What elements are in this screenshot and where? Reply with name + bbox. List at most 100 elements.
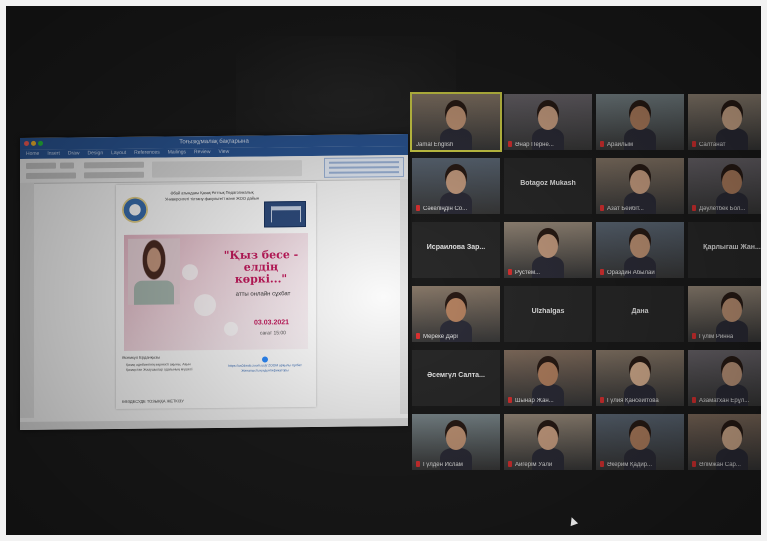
participant-tile[interactable]: Botagoz Mukash <box>504 158 592 214</box>
participant-name-label: Гүлім Ринна <box>699 334 734 340</box>
participant-name-label: Рустем... <box>515 270 541 276</box>
tab-references[interactable]: References <box>134 149 160 158</box>
participant-name-label: Гүлия Қансейітова <box>607 398 659 404</box>
participant-display-name: Ulzhalgas <box>531 308 565 315</box>
participant-tile[interactable]: Дәулетбек Бол... <box>688 158 761 214</box>
muted-mic-icon <box>692 205 696 211</box>
monitor-screen: Тоғызқұмалақ бақтарына Home Insert Draw … <box>6 6 761 535</box>
participant-tile[interactable]: Айгерім Уали <box>504 414 592 470</box>
notification-popup[interactable] <box>324 157 404 178</box>
participant-tile[interactable]: Әсемгүл Салта... <box>412 350 500 406</box>
participant-name-label: Әлімжан Сар... <box>699 462 741 468</box>
muted-mic-icon <box>416 205 420 211</box>
shared-screen-word-window[interactable]: Тоғызқұмалақ бақтарына Home Insert Draw … <box>20 133 408 431</box>
participant-tile[interactable]: Ораздин Абылай <box>596 222 684 278</box>
word-window-title: Тоғызқұмалақ бақтарына <box>179 138 249 146</box>
participant-display-name: Қарлыгаш Жан... <box>703 244 761 251</box>
participant-tile[interactable]: Ulzhalgas <box>504 286 592 342</box>
mouse-cursor-icon <box>567 515 579 527</box>
participant-tile[interactable]: Арайлым <box>596 94 684 150</box>
participant-display-name: Әсемгүл Салта... <box>427 372 485 379</box>
participant-face <box>446 298 466 322</box>
word-status-bar <box>20 417 408 431</box>
participant-face <box>446 170 466 194</box>
muted-mic-icon <box>416 461 420 467</box>
participant-tile[interactable]: Азат Бейбіт... <box>596 158 684 214</box>
participant-name-label: Айгерім Уали <box>515 462 553 468</box>
font-size-selector[interactable] <box>60 162 74 169</box>
participant-name-label: Азаматхан Ерұл... <box>699 398 750 404</box>
tab-home[interactable]: Home <box>26 150 39 159</box>
participant-tile[interactable]: Гүлім Ринна <box>688 286 761 342</box>
participant-name-label: Шынар Жан... <box>515 398 554 404</box>
participant-tile[interactable]: Сәкеліңдін Со... <box>412 158 500 214</box>
window-controls[interactable] <box>24 140 43 146</box>
participant-tile[interactable]: Мереке Дәрі <box>412 286 500 342</box>
participant-name-label: Азат Бейбіт... <box>607 206 644 212</box>
participant-tile[interactable]: Азаматхан Ерұл... <box>688 350 761 406</box>
maximize-icon[interactable] <box>38 140 43 146</box>
participant-tile[interactable]: Әкерим Қадир... <box>596 414 684 470</box>
participant-face <box>446 426 466 450</box>
alignment-controls[interactable] <box>84 171 144 179</box>
muted-mic-icon <box>600 269 604 275</box>
minimize-icon[interactable] <box>31 140 36 146</box>
tab-review[interactable]: Review <box>194 148 210 157</box>
participant-tile[interactable]: Шынар Жан... <box>504 350 592 406</box>
blossom-decoration <box>182 264 198 281</box>
participant-face <box>630 170 650 194</box>
document-header-text: Әбай атындағы Қазақ Ұлттық Педагогикалық… <box>165 189 259 202</box>
muted-mic-icon <box>600 205 604 211</box>
close-icon[interactable] <box>24 140 29 146</box>
participant-tile[interactable]: Рустем... <box>504 222 592 278</box>
participant-tile[interactable]: Қарлыгаш Жан... <box>688 222 761 278</box>
zoom-icon <box>262 356 268 363</box>
participant-tile[interactable]: Салтанат <box>688 94 761 150</box>
participant-display-name: Дана <box>631 308 649 315</box>
styles-gallery[interactable] <box>152 160 302 178</box>
participant-tile[interactable]: Әлімжан Сар... <box>688 414 761 470</box>
tab-insert[interactable]: Insert <box>47 150 60 159</box>
muted-mic-icon <box>600 397 604 403</box>
participant-tile[interactable]: Исраилова Зар... <box>412 222 500 278</box>
participant-face <box>722 362 742 386</box>
university-logo <box>122 196 148 223</box>
word-ribbon <box>20 154 408 185</box>
participant-face <box>630 234 650 258</box>
participant-tile[interactable]: Jamal English <box>410 92 502 152</box>
participant-tile[interactable]: Гүлден Ислам <box>412 414 500 470</box>
participant-face <box>722 426 742 450</box>
poet-portrait <box>128 238 180 305</box>
participant-tile[interactable]: Дана <box>596 286 684 342</box>
participant-tile[interactable]: Әнар Перне... <box>504 94 592 150</box>
tab-view[interactable]: View <box>218 148 229 157</box>
tab-draw[interactable]: Draw <box>68 149 80 158</box>
document-page: Әбай атындағы Қазақ Ұлттық Педагогикалық… <box>116 182 316 410</box>
font-selector[interactable] <box>26 162 56 169</box>
right-pane <box>400 178 408 415</box>
tab-design[interactable]: Design <box>88 149 104 158</box>
event-poster: "Қыз бесе - елдің көркі..." атты онлайн … <box>124 233 308 351</box>
participant-tile[interactable]: Гүлия Қансейітова <box>596 350 684 406</box>
participant-face <box>630 106 650 130</box>
unesco-logo <box>264 201 306 228</box>
participant-face <box>722 298 742 322</box>
muted-mic-icon <box>600 461 604 467</box>
participant-name-label: Мереке Дәрі <box>423 334 458 340</box>
muted-mic-icon <box>692 333 696 339</box>
muted-mic-icon <box>508 269 512 275</box>
tab-mailings[interactable]: Mailings <box>168 148 186 157</box>
participant-face <box>538 234 558 258</box>
poet-description: Қазақ әдебиетінің көрнекті ақыны, Ақын Қ… <box>126 362 193 372</box>
paragraph-controls[interactable] <box>84 161 144 169</box>
tab-layout[interactable]: Layout <box>111 149 126 158</box>
document-footer-line: КӨЗДЕСУДЕ ТОЗЫҚҚА ЖЕТКІЗУ <box>122 398 184 404</box>
participant-name-label: Гүлден Ислам <box>423 462 463 468</box>
muted-mic-icon <box>692 461 696 467</box>
participant-face <box>630 426 650 450</box>
format-buttons[interactable] <box>26 172 76 179</box>
participant-face <box>722 106 742 130</box>
participant-name-label: Әнар Перне... <box>515 142 554 148</box>
participant-face <box>446 106 466 130</box>
blossom-decoration <box>224 321 238 336</box>
